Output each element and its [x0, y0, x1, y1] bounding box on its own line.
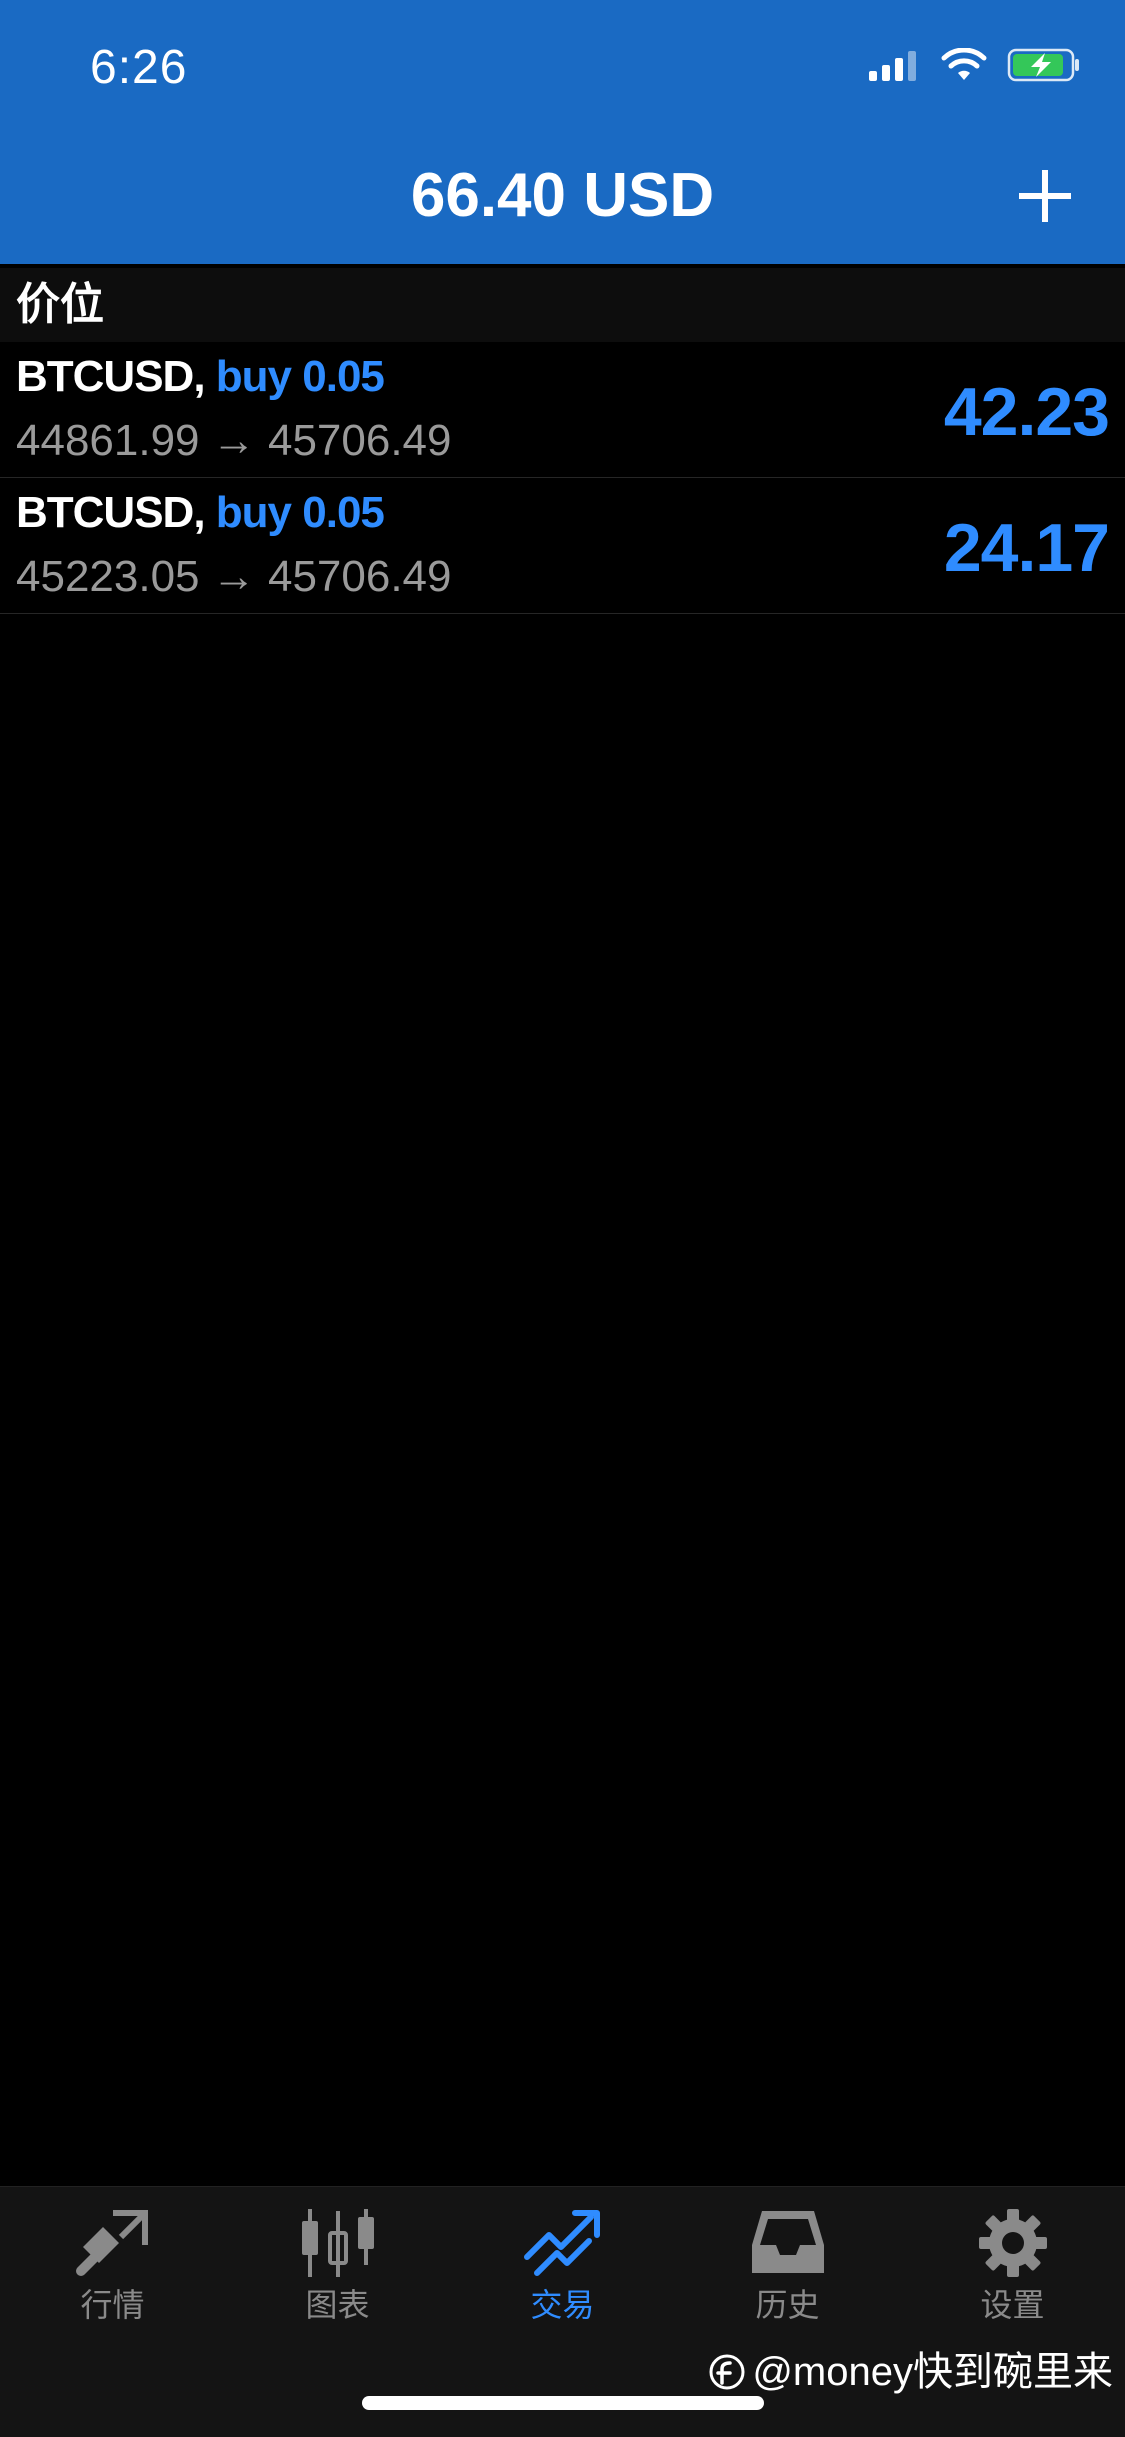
- position-side: buy 0.05: [215, 352, 385, 401]
- position-prices: 45223.05 → 45706.49: [16, 552, 452, 601]
- position-row[interactable]: BTCUSD, buy 0.05 45223.05 → 45706.49 24.…: [0, 478, 1125, 614]
- positions-section-header: 价位: [0, 268, 1125, 342]
- trade-icon: [523, 2210, 600, 2276]
- status-time: 6:26: [90, 41, 188, 94]
- home-indicator[interactable]: [362, 2396, 764, 2410]
- position-side: buy 0.05: [215, 488, 385, 537]
- candlestick-chart-icon: [301, 2209, 374, 2277]
- tab-trade[interactable]: 交易: [450, 2207, 675, 2357]
- tab-label: 行情: [80, 2287, 145, 2323]
- history-inbox-icon: [751, 2211, 824, 2273]
- watermark-logo-icon: [709, 2354, 745, 2390]
- position-row[interactable]: BTCUSD, buy 0.05 44861.99 → 45706.49 42.…: [0, 342, 1125, 478]
- tab-label: 历史: [755, 2287, 820, 2323]
- tab-charts[interactable]: 图表: [225, 2207, 450, 2357]
- tab-label: 设置: [980, 2287, 1045, 2323]
- battery-charging-icon: [1007, 48, 1079, 82]
- status-icons: [869, 48, 1081, 82]
- app-header: 6:26 66.40 USD: [0, 0, 1125, 264]
- account-balance-title: 66.40 USD: [410, 161, 715, 230]
- quotes-icon: [75, 2210, 148, 2276]
- position-header: BTCUSD, buy 0.05: [16, 486, 385, 540]
- section-title: 价位: [16, 280, 104, 329]
- position-prices: 44861.99 → 45706.49: [16, 416, 452, 465]
- watermark-text: @money快到碗里来: [752, 2350, 1113, 2394]
- signal-icon: [869, 51, 916, 81]
- plus-icon: [1019, 170, 1071, 222]
- add-order-button[interactable]: [1015, 166, 1075, 226]
- tab-quotes[interactable]: 行情: [0, 2207, 225, 2357]
- watermark: @money快到碗里来: [708, 2348, 1113, 2396]
- position-symbol: BTCUSD,: [16, 488, 206, 537]
- tab-settings[interactable]: 设置: [900, 2207, 1125, 2357]
- tab-label: 图表: [305, 2287, 370, 2323]
- gear-icon: [978, 2209, 1047, 2277]
- tab-label: 交易: [530, 2287, 595, 2323]
- position-profit: 24.17: [943, 510, 1110, 586]
- position-profit: 42.23: [943, 374, 1110, 450]
- position-symbol: BTCUSD,: [16, 352, 206, 401]
- wifi-icon: [941, 48, 987, 80]
- tab-history[interactable]: 历史: [675, 2207, 900, 2357]
- position-header: BTCUSD, buy 0.05: [16, 350, 385, 404]
